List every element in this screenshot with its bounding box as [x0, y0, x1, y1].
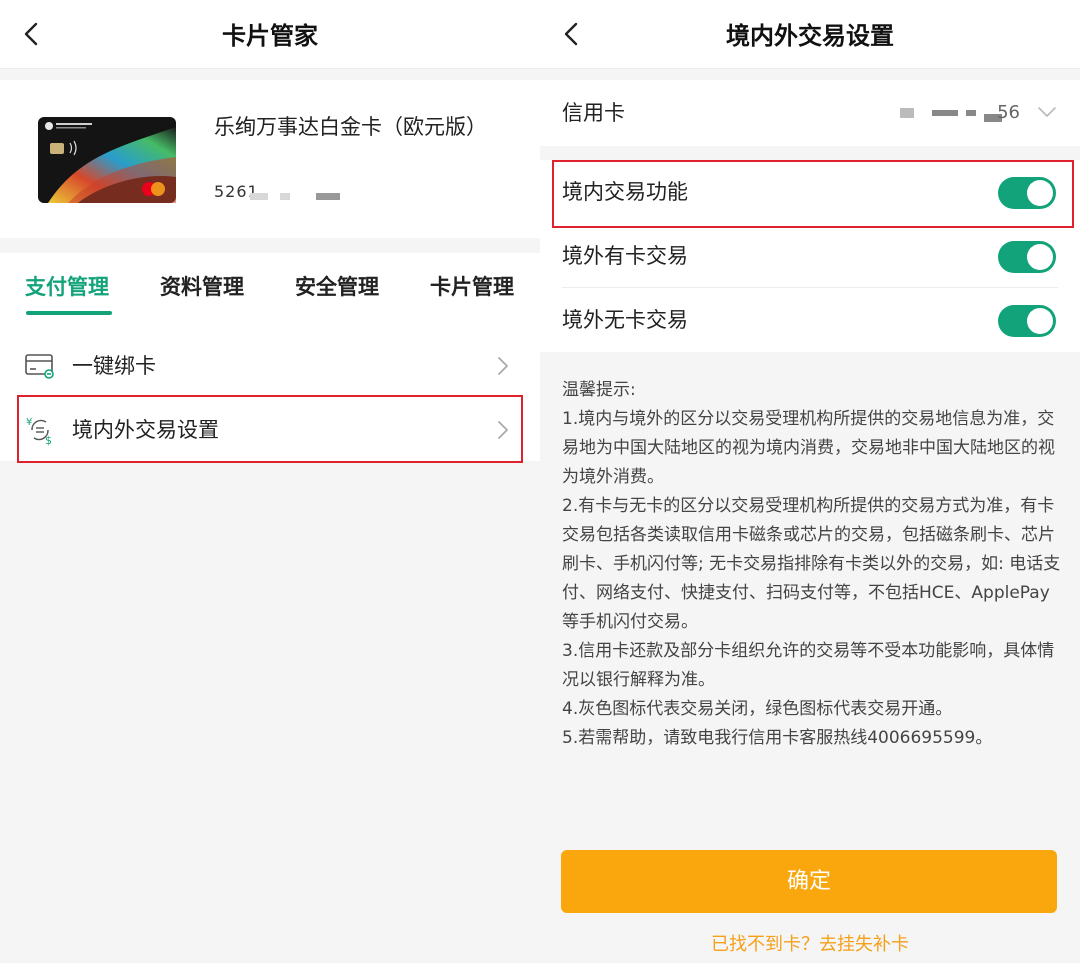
report-lost-card-link[interactable]: 已找不到卡？去挂失补卡 [540, 930, 1080, 956]
management-tabs: 支付管理 资料管理 安全管理 卡片管理 [0, 253, 540, 325]
tips-heading: 温馨提示: [562, 380, 636, 400]
back-arrow-icon[interactable] [14, 16, 50, 52]
nav-bar: 境内外交易设置 [540, 0, 1080, 69]
tab-payment[interactable]: 支付管理 [25, 271, 109, 301]
page-title: 境内外交易设置 [726, 22, 894, 50]
masked-digits [966, 110, 976, 116]
page-title: 卡片管家 [222, 22, 318, 50]
masked-digits [250, 193, 268, 200]
toggle-label: 境外无卡交易 [562, 308, 688, 332]
tip-line: 4.灰色图标代表交易关闭，绿色图标代表交易开通。 [562, 699, 953, 719]
chevron-down-icon [1038, 107, 1056, 117]
active-tab-indicator [26, 311, 112, 315]
back-arrow-icon[interactable] [554, 16, 590, 52]
masked-digits [316, 193, 340, 200]
switch-knob [1027, 244, 1053, 270]
confirm-button[interactable]: 确定 [561, 850, 1057, 913]
list-item-label: 一键绑卡 [72, 354, 156, 378]
tip-line: 2.有卡与无卡的区分以交易受理机构所提供的交易方式为准，有卡交易包括各类读取信用… [562, 496, 1061, 632]
cross-border-settings-screen: 境内外交易设置 信用卡 56 境内交易功能 境外有卡交易 境外无卡交易 温馨提示… [540, 0, 1080, 963]
list-item-bind-card[interactable]: 一键绑卡 [0, 333, 540, 399]
tips-section: 温馨提示: 1.境内与境外的区分以交易受理机构所提供的交易地信息为准，交易地为中… [562, 376, 1062, 753]
card-number-suffix: 56 [997, 102, 1020, 123]
tip-line: 3.信用卡还款及部分卡组织允许的交易等不受本功能影响，具体情况以银行解释为准。 [562, 641, 1055, 690]
masked-digits [932, 110, 958, 116]
card-manager-screen: 卡片管家 乐绚万事达白金卡（欧元版） 5261 支付管理 资料管理 安全管理 卡… [0, 0, 540, 963]
toggle-row-overseas-card-not-present: 境外无卡交易 [540, 288, 1080, 352]
card-selector[interactable]: 信用卡 56 [540, 80, 1080, 146]
toggle-row-overseas-card-present: 境外有卡交易 [540, 224, 1080, 288]
highlight-box-domestic [552, 160, 1074, 228]
tab-security[interactable]: 安全管理 [295, 271, 379, 301]
card-image [38, 117, 176, 203]
masked-digits [900, 108, 914, 118]
nav-bar: 卡片管家 [0, 0, 540, 69]
highlight-box-cross-border [17, 395, 523, 463]
tab-profile[interactable]: 资料管理 [160, 271, 244, 301]
toggle-label: 境外有卡交易 [562, 244, 688, 268]
card-name: 乐绚万事达白金卡（欧元版） [214, 115, 487, 139]
card-summary: 乐绚万事达白金卡（欧元版） 5261 [0, 80, 540, 238]
card-selector-label: 信用卡 [562, 101, 625, 125]
tip-line: 5.若需帮助，请致电我行信用卡客服热线4006695599。 [562, 728, 993, 748]
switch-knob [1027, 308, 1053, 334]
overseas-card-present-switch[interactable] [998, 241, 1056, 273]
card-link-icon [25, 354, 54, 379]
chevron-right-icon [498, 357, 508, 375]
overseas-card-not-present-switch[interactable] [998, 305, 1056, 337]
tip-line: 1.境内与境外的区分以交易受理机构所提供的交易地信息为准，交易地为中国大陆地区的… [562, 409, 1055, 487]
masked-digits [280, 193, 290, 200]
tab-card[interactable]: 卡片管理 [430, 271, 514, 301]
